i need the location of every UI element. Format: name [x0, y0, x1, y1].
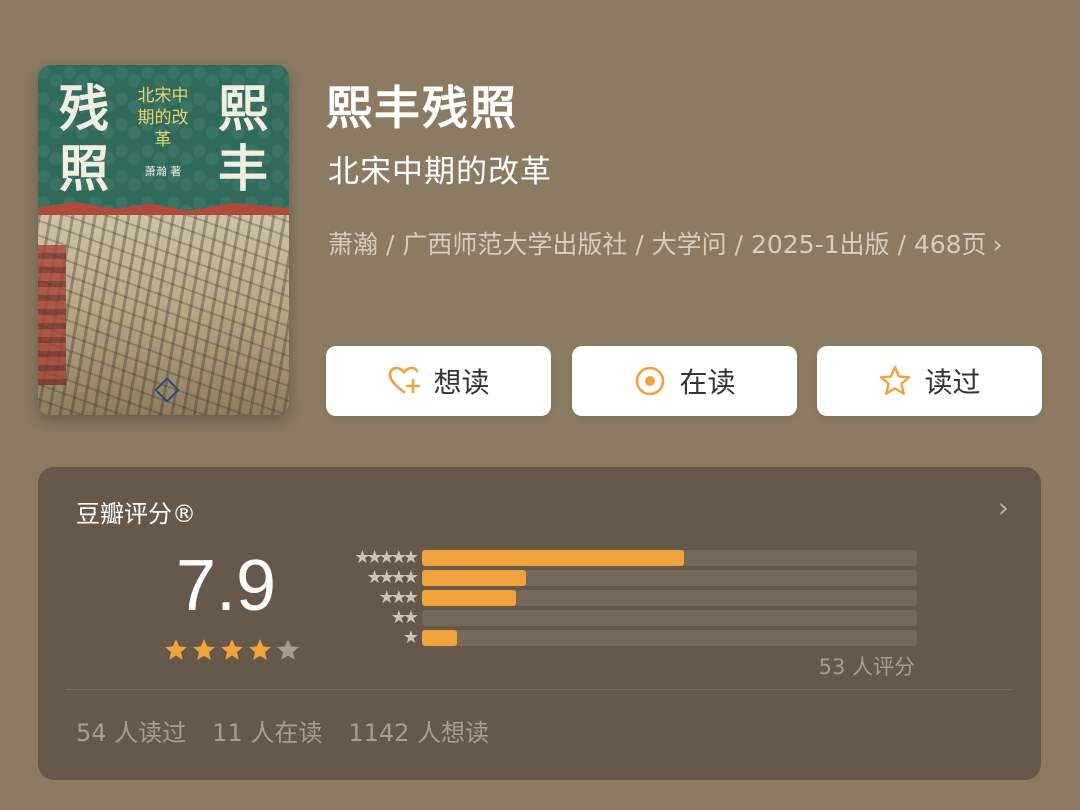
- rating-row-stars: ★★★★★: [354, 547, 419, 568]
- rating-stars: [163, 637, 301, 663]
- star-outline-icon: [880, 365, 911, 395]
- rating-row-stars: ★: [402, 627, 419, 648]
- star-filled-icon: [193, 639, 215, 660]
- book-title: 熙丰残照: [326, 81, 518, 135]
- chevron-right-icon: ›: [992, 230, 1003, 259]
- rating-score: 7.9: [176, 546, 277, 626]
- heart-plus-icon: [389, 366, 421, 394]
- target-icon: [636, 366, 665, 396]
- reading-label: 在读: [679, 366, 736, 399]
- cover-painting: [38, 215, 289, 415]
- rating-bar-track: [422, 610, 917, 626]
- want-count[interactable]: 1142 人想读: [348, 713, 489, 748]
- publisher-logo-icon: [154, 377, 180, 403]
- rating-row-stars: ★★★: [378, 587, 419, 608]
- reading-count[interactable]: 11 人在读: [212, 713, 322, 748]
- book-cover[interactable]: 残照 北宋中期的改革 萧瀚 著 熙丰: [38, 65, 289, 415]
- cover-subtitle: 北宋中期的改革: [137, 86, 189, 150]
- rating-bar-fill: [422, 550, 685, 566]
- book-subtitle: 北宋中期的改革: [328, 154, 552, 190]
- rating-row: ★★★: [320, 587, 920, 608]
- rating-row: ★★★★: [320, 567, 920, 588]
- rating-count: 53 人评分: [818, 655, 915, 679]
- reading-button[interactable]: 在读: [572, 346, 797, 416]
- rating-bar-fill: [422, 590, 517, 606]
- rating-card[interactable]: 豆瓣评分® › 7.9 ★★★★★ ★★★★ ★★★ ★★ ★ 53 人评分 54 人读…: [38, 467, 1041, 780]
- cover-title-right: 熙丰: [218, 79, 268, 198]
- star-filled-icon: [165, 639, 187, 660]
- cover-author: 萧瀚 著: [144, 165, 182, 178]
- star-filled-icon: [221, 639, 243, 660]
- read-count[interactable]: 54 人读过: [76, 713, 186, 748]
- rating-bar-track: [422, 590, 917, 606]
- book-meta-text: 萧瀚 / 广西师范大学出版社 / 大学问 / 2025-1出版 / 468页: [328, 230, 987, 259]
- rating-bar-fill: [422, 570, 526, 586]
- rating-bar-fill: [422, 630, 457, 646]
- have-read-button[interactable]: 读过: [817, 346, 1042, 416]
- have-read-label: 读过: [924, 366, 981, 399]
- want-to-read-label: 想读: [433, 366, 490, 399]
- rating-bar-track: [422, 570, 917, 586]
- star-filled-icon: [249, 639, 271, 660]
- divider: [66, 689, 1013, 690]
- book-meta[interactable]: 萧瀚 / 广西师范大学出版社 / 大学问 / 2025-1出版 / 468页 ›: [328, 222, 1028, 268]
- reader-stats: 54 人读过 11 人在读 1142 人想读: [76, 713, 489, 748]
- rating-row-stars: ★★: [390, 607, 419, 628]
- star-empty-icon: [277, 639, 299, 660]
- rating-bar-track: [422, 630, 917, 646]
- rating-title: 豆瓣评分®: [76, 500, 196, 528]
- rating-row: ★★: [320, 607, 920, 628]
- rating-bar-track: [422, 550, 917, 566]
- rating-row: ★: [320, 627, 920, 648]
- rating-row: ★★★★★: [320, 547, 920, 568]
- chevron-right-icon[interactable]: ›: [998, 491, 1009, 524]
- want-to-read-button[interactable]: 想读: [326, 346, 551, 416]
- cover-title-left: 残照: [59, 79, 109, 198]
- rating-row-stars: ★★★★: [366, 567, 419, 588]
- cover-painting-detail: [38, 245, 66, 385]
